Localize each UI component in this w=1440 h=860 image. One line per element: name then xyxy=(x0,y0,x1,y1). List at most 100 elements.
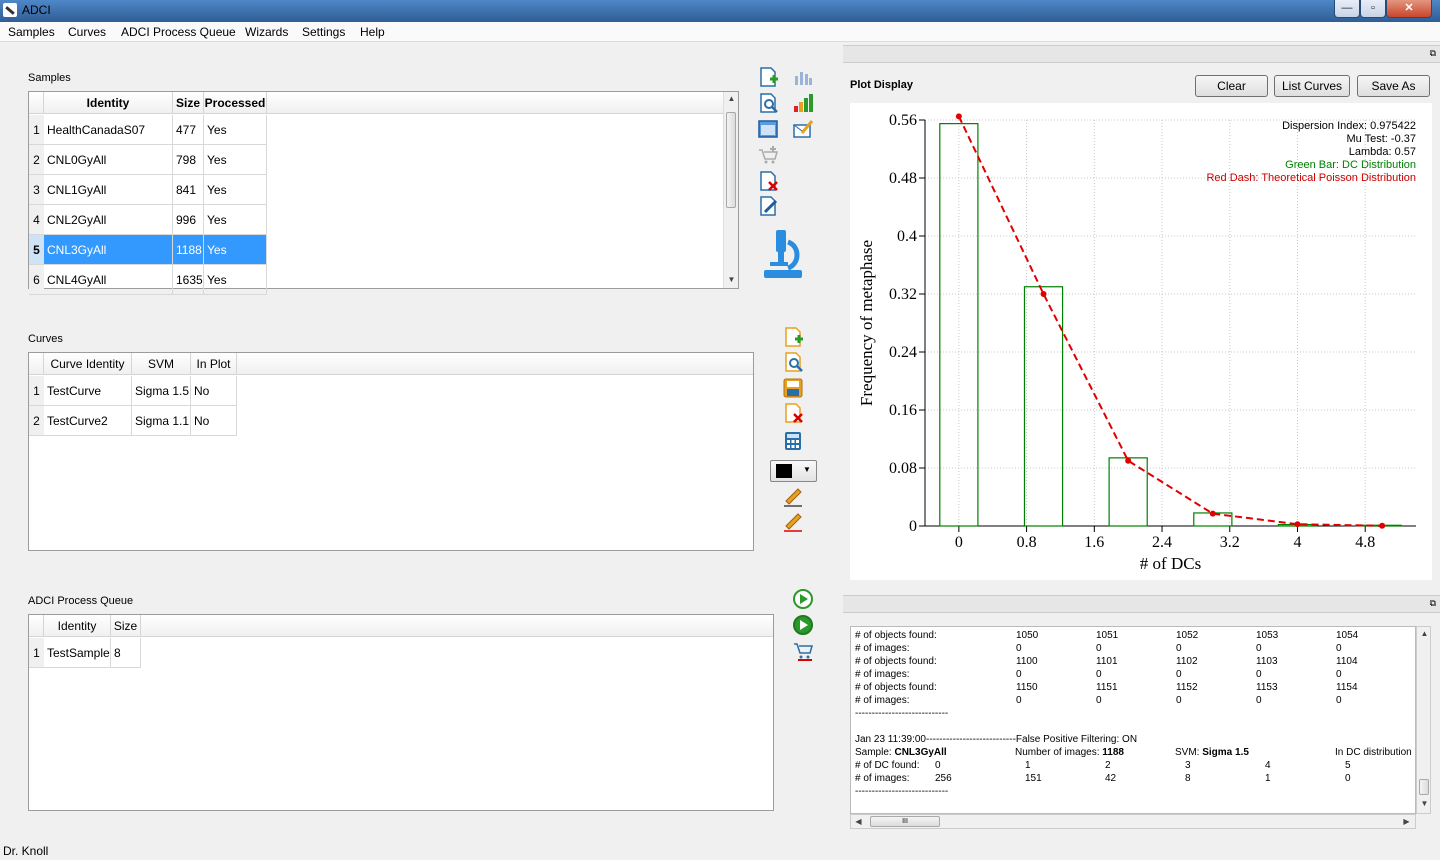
table-row[interactable]: TestCurve2 Sigma 1.1 No xyxy=(44,406,238,436)
sample-identity[interactable]: CNL0GyAll xyxy=(44,145,173,175)
add-sample-icon[interactable] xyxy=(757,66,779,88)
log-scroll-right-icon[interactable]: ▶ xyxy=(1399,817,1414,826)
float-panel-icon[interactable]: ⧉ xyxy=(1430,48,1436,59)
table-row[interactable]: CNL4GyAll 1635 Yes xyxy=(44,265,268,295)
maximize-button[interactable]: ▫ xyxy=(1360,0,1386,18)
sample-size[interactable]: 1635 xyxy=(173,265,204,295)
color-picker[interactable]: ▼ xyxy=(770,460,817,482)
scroll-down-icon[interactable]: ▼ xyxy=(724,275,739,284)
col-processed[interactable]: Processed xyxy=(204,92,267,114)
sample-identity[interactable]: CNL1GyAll xyxy=(44,175,173,205)
table-row[interactable]: CNL0GyAll 798 Yes xyxy=(44,145,268,175)
log-text: 0 xyxy=(1345,773,1351,784)
save-curve-icon[interactable] xyxy=(782,377,804,399)
view-curve-icon[interactable] xyxy=(782,351,804,373)
curves-table[interactable]: Curve Identity SVM In Plot 1 TestCurve Sig… xyxy=(28,352,754,551)
sample-size[interactable]: 798 xyxy=(173,145,204,175)
menu-settings[interactable]: Settings xyxy=(302,25,345,39)
menu-process-queue[interactable]: ADCI Process Queue xyxy=(121,25,236,39)
sample-identity[interactable]: CNL3GyAll xyxy=(44,235,173,265)
pencil-red-icon[interactable] xyxy=(782,510,804,532)
edit-mail-icon[interactable] xyxy=(792,118,814,140)
delete-sample-icon[interactable] xyxy=(757,170,779,192)
table-row[interactable]: HealthCanadaS07 477 Yes xyxy=(44,115,268,145)
table-row[interactable]: CNL3GyAll 1188 Yes xyxy=(44,235,268,265)
pencil-icon[interactable] xyxy=(782,485,804,507)
float-log-icon[interactable]: ⧉ xyxy=(1430,598,1436,609)
table-row[interactable]: TestSample 8 xyxy=(44,638,142,668)
sample-identity[interactable]: CNL4GyAll xyxy=(44,265,173,295)
remove-queue-icon[interactable] xyxy=(792,640,814,662)
samples-scrollbar[interactable]: ▲ ▼ xyxy=(723,92,738,288)
col-queue-identity[interactable]: Identity xyxy=(44,615,111,637)
play-all-icon[interactable] xyxy=(792,614,814,636)
play-icon[interactable] xyxy=(792,588,814,610)
sample-identity[interactable]: HealthCanadaS07 xyxy=(44,115,173,145)
dropdown-arrow-icon: ▼ xyxy=(803,465,811,474)
col-identity[interactable]: Identity xyxy=(44,92,173,114)
signal-chart-icon[interactable] xyxy=(792,92,814,114)
samples-table[interactable]: Identity Size Processed 1 HealthCanadaS07… xyxy=(28,91,739,295)
col-svm[interactable]: SVM xyxy=(132,353,191,375)
sample-processed[interactable]: Yes xyxy=(204,145,267,175)
curve-identity[interactable]: TestCurve2 xyxy=(44,406,132,436)
menu-wizards[interactable]: Wizards xyxy=(245,25,288,39)
edit-sample-icon[interactable] xyxy=(757,195,779,217)
y-tick-label: 0.4 xyxy=(897,228,917,245)
scroll-up-icon[interactable]: ▲ xyxy=(724,94,739,103)
log-scroll-up-icon[interactable]: ▲ xyxy=(1417,629,1432,638)
curve-in-plot[interactable]: No xyxy=(191,406,237,436)
col-curve-identity[interactable]: Curve Identity xyxy=(44,353,132,375)
col-queue-size[interactable]: Size xyxy=(111,615,141,637)
menu-curves[interactable]: Curves xyxy=(68,25,106,39)
log-scroll-down-icon[interactable]: ▼ xyxy=(1417,799,1432,808)
table-row[interactable]: CNL2GyAll 996 Yes xyxy=(44,205,268,235)
calculator-icon[interactable] xyxy=(782,430,804,452)
curve-svm[interactable]: Sigma 1.1 xyxy=(132,406,191,436)
curve-in-plot[interactable]: No xyxy=(191,376,237,406)
col-in-plot[interactable]: In Plot xyxy=(191,353,237,375)
queue-size[interactable]: 8 xyxy=(111,638,141,668)
log-output[interactable]: # of objects found: 1050 1051 1052 1053 1054 #… xyxy=(850,626,1416,814)
table-row[interactable]: TestCurve Sigma 1.5 No xyxy=(44,376,238,406)
clear-button[interactable]: Clear xyxy=(1195,75,1268,97)
sample-size[interactable]: 996 xyxy=(173,205,204,235)
curve-identity[interactable]: TestCurve xyxy=(44,376,132,406)
log-hscrollbar[interactable]: ◀ III ▶ xyxy=(850,814,1416,829)
sample-processed[interactable]: Yes xyxy=(204,175,267,205)
sample-size[interactable]: 477 xyxy=(173,115,204,145)
queue-identity[interactable]: TestSample xyxy=(44,638,111,668)
minimize-button[interactable]: — xyxy=(1334,0,1360,18)
sample-identity[interactable]: CNL2GyAll xyxy=(44,205,173,235)
log-scroll-left-icon[interactable]: ◀ xyxy=(851,817,866,826)
sample-processed[interactable]: Yes xyxy=(204,205,267,235)
window-icon[interactable] xyxy=(757,118,779,140)
view-sample-icon[interactable] xyxy=(757,92,779,114)
queue-table[interactable]: Identity Size 1 TestSample 8 xyxy=(28,614,774,811)
log-vscrollbar[interactable]: ▲ ▼ xyxy=(1416,626,1431,814)
close-button[interactable]: ✕ xyxy=(1386,0,1432,18)
add-curve-icon[interactable] xyxy=(782,326,804,348)
curve-svm[interactable]: Sigma 1.5 xyxy=(132,376,191,406)
save-as-button[interactable]: Save As xyxy=(1357,75,1430,97)
sample-processed[interactable]: Yes xyxy=(204,235,267,265)
sample-processed[interactable]: Yes xyxy=(204,265,267,295)
microscope-icon[interactable] xyxy=(760,228,806,280)
list-curves-button[interactable]: List Curves xyxy=(1274,75,1350,97)
log-text: 0 xyxy=(1256,695,1262,706)
sample-size[interactable]: 841 xyxy=(173,175,204,205)
log-scroll-thumb[interactable] xyxy=(1419,779,1429,795)
sample-size[interactable]: 1188 xyxy=(173,235,204,265)
log-text: 0 xyxy=(1016,669,1022,680)
delete-curve-icon[interactable] xyxy=(782,402,804,424)
bar-chart-icon[interactable] xyxy=(792,66,814,88)
sample-processed[interactable]: Yes xyxy=(204,115,267,145)
plot-area[interactable]: 0 0.8 1.6 2.4 3.2 4 4.8 0 0.08 0.16 0.24 0.32 0.4 0.4… xyxy=(850,103,1432,580)
log-hscroll-thumb[interactable]: III xyxy=(870,816,940,827)
table-row[interactable]: CNL1GyAll 841 Yes xyxy=(44,175,268,205)
menu-samples[interactable]: Samples xyxy=(8,25,55,39)
cart-add-icon[interactable] xyxy=(757,144,779,166)
scroll-thumb[interactable] xyxy=(726,112,736,208)
menu-help[interactable]: Help xyxy=(360,25,385,39)
col-size[interactable]: Size xyxy=(173,92,204,114)
